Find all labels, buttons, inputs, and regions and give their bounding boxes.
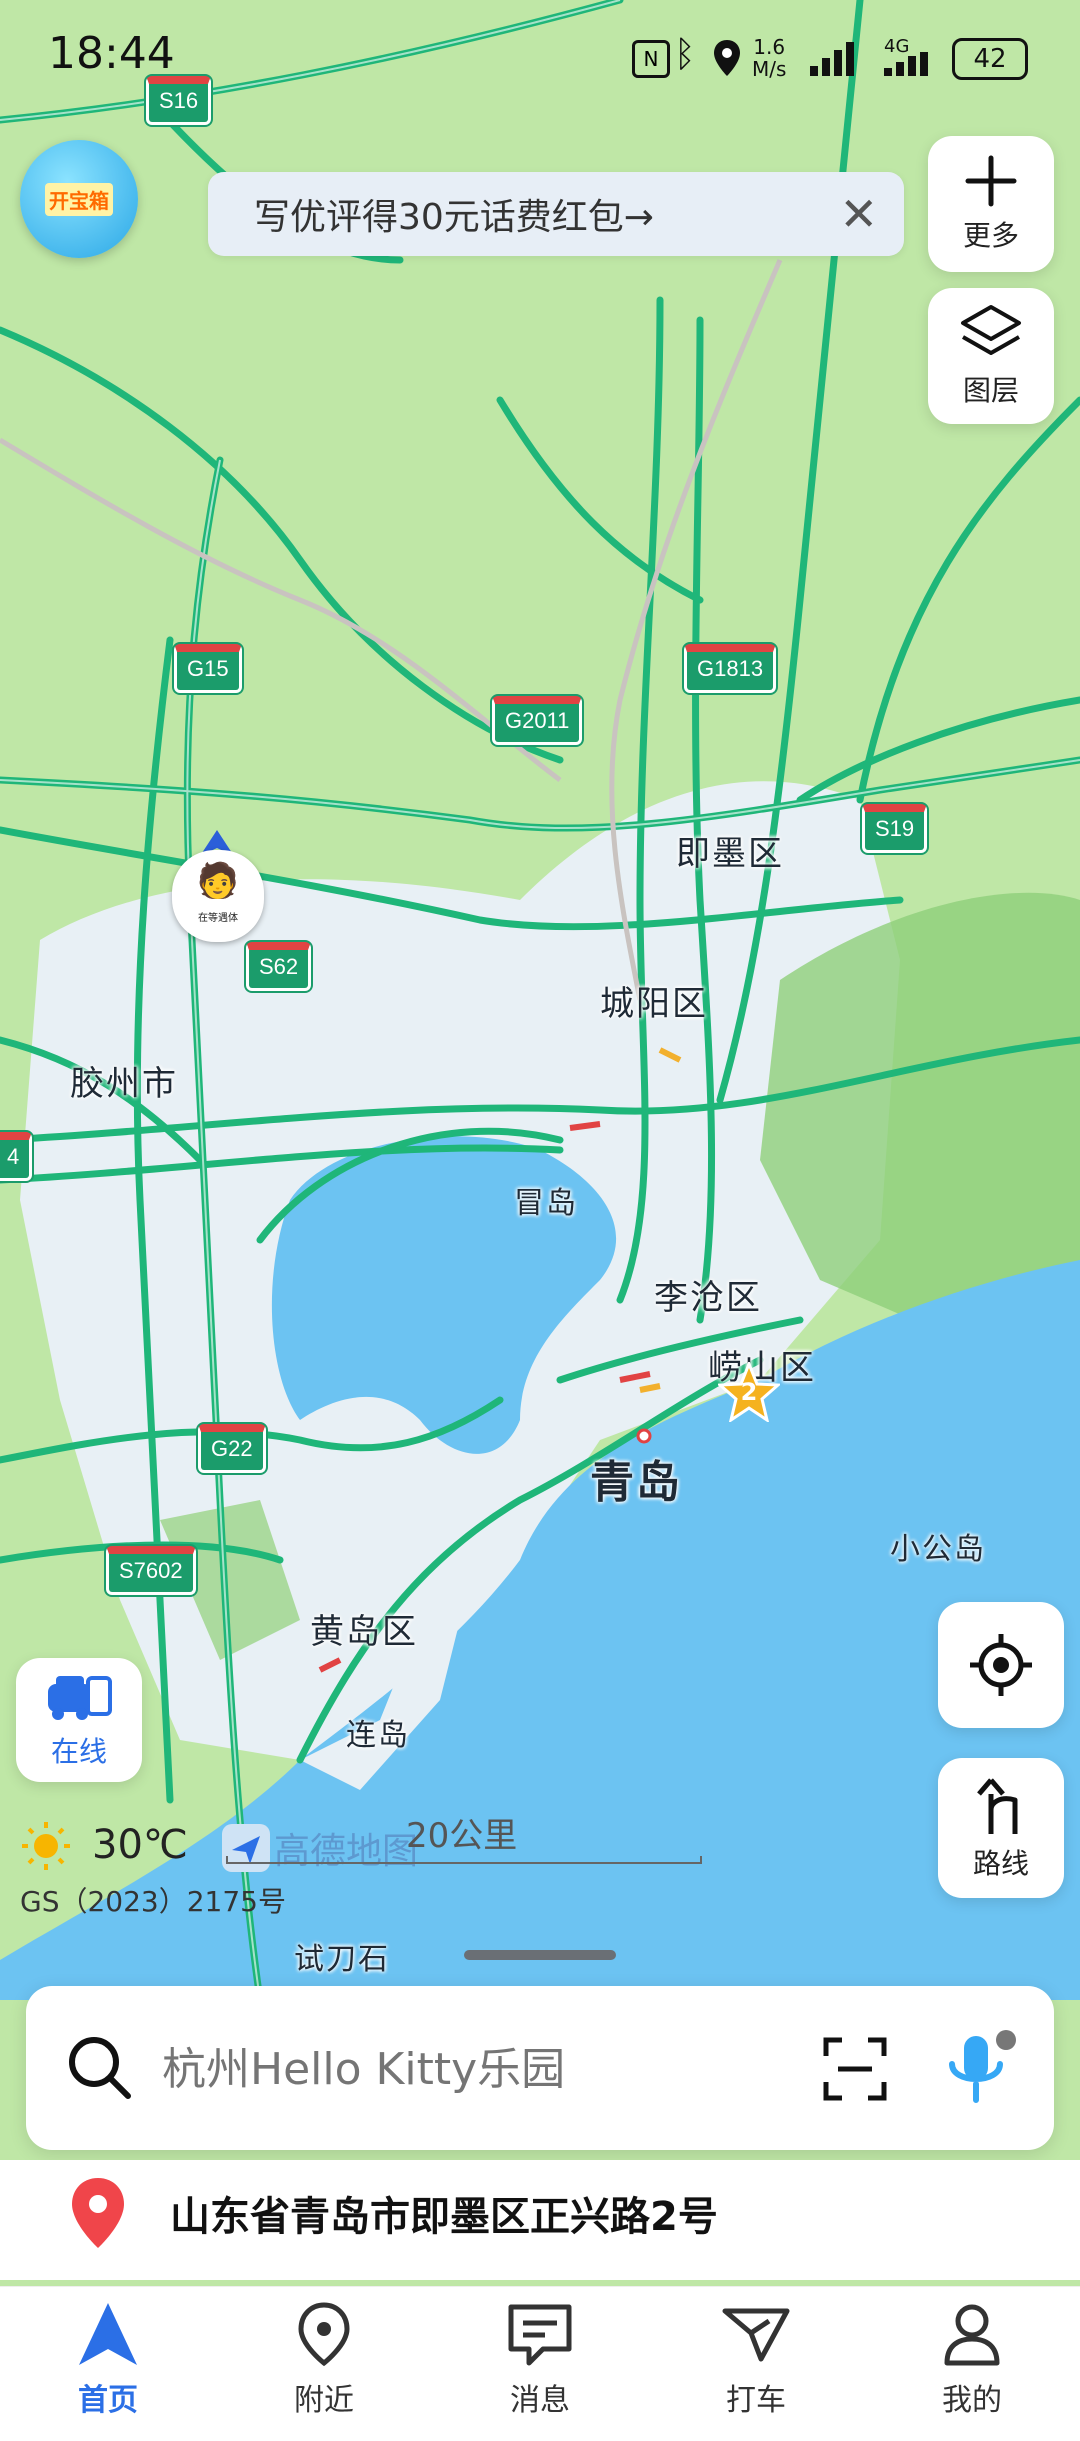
poi-star-marker[interactable]: 2 [716, 1359, 782, 1424]
person-icon [944, 2304, 1000, 2366]
layers-button[interactable]: 图层 [928, 288, 1054, 424]
promo-banner-text: 写优评得30元话费红包→ [254, 197, 654, 238]
label-qingdao: 青岛 [590, 1457, 682, 1508]
crosshair-icon [970, 1634, 1032, 1696]
online-label: 在线 [50, 1735, 107, 1768]
label-chengyang: 城阳区 [600, 984, 708, 1024]
shield-s19: S19 [862, 804, 928, 853]
locate-button[interactable] [938, 1602, 1064, 1728]
avatar: 🧑 在等遇体 [172, 850, 264, 942]
voice-microphone-icon[interactable] [942, 2026, 1018, 2110]
scale-bar: 20公里 [226, 1808, 702, 1864]
nfc-icon: N [632, 40, 670, 78]
signal-icon-2 [884, 52, 928, 76]
message-icon [508, 2304, 572, 2366]
tab-messages-label: 消息 [510, 2383, 570, 2418]
net-speed-value: 1.6 [753, 35, 786, 59]
plus-icon [965, 155, 1017, 207]
label-liandao: 连岛 [346, 1718, 410, 1753]
navigation-arrow-icon [79, 2303, 137, 2365]
tab-mine-label: 我的 [942, 2383, 1002, 2418]
weather-temp: 30℃ [92, 1822, 188, 1868]
search-bar[interactable] [26, 1986, 1054, 2150]
search-icon [69, 2037, 131, 2099]
tab-messages[interactable]: 消息 [470, 2301, 610, 2431]
layers-icon [961, 305, 1021, 355]
shield-g1813: G1813 [684, 644, 777, 693]
current-address-row[interactable]: 山东省青岛市即墨区正兴路2号 [0, 2160, 1080, 2280]
sheet-drag-handle[interactable] [464, 1950, 616, 1960]
label-jiaozhou: 胶州市 [70, 1064, 178, 1104]
treasure-box-button[interactable]: 开宝箱 [20, 140, 138, 258]
tab-home-label: 首页 [78, 2383, 138, 2418]
tab-nearby[interactable]: 附近 [254, 2301, 394, 2431]
location-icon [714, 40, 740, 76]
scale-line [226, 1856, 702, 1864]
route-arrow-icon [977, 1778, 1018, 1834]
taxi-flag-icon [722, 2308, 790, 2362]
treasure-box-label: 开宝箱 [45, 182, 113, 216]
map-license: GS（2023）2175号 [20, 1885, 286, 1918]
current-address: 山东省青岛市即墨区正兴路2号 [170, 2194, 718, 2240]
bottom-tab-bar: 首页 附近 消息 打车 我的 [0, 2286, 1080, 2441]
shield-s7602: S7602 [106, 1546, 196, 1595]
location-pin-icon [298, 2302, 350, 2367]
car-online-icon [48, 1676, 112, 1720]
online-car-button[interactable]: 在线 [16, 1658, 142, 1782]
route-label: 路线 [972, 1847, 1029, 1880]
battery-indicator: 42 [952, 38, 1028, 80]
location-pin-icon [72, 2178, 124, 2248]
shield-s16: S16 [146, 76, 212, 125]
signal-icon [810, 42, 854, 76]
scan-icon[interactable] [822, 2036, 888, 2102]
avatar-figure: 🧑 [196, 861, 240, 901]
tab-taxi[interactable]: 打车 [686, 2301, 826, 2431]
status-time: 18:44 [48, 28, 175, 79]
label-jimo: 即墨区 [676, 834, 784, 874]
close-icon[interactable]: ✕ [839, 187, 878, 241]
shield-g2011: G2011 [492, 696, 583, 745]
shield-edge: 4 [0, 1132, 33, 1181]
label-maodao: 冒岛 [514, 1186, 578, 1221]
label-huangdao: 黄岛区 [310, 1612, 418, 1652]
label-xiaogongdao: 小公岛 [890, 1532, 986, 1567]
tab-mine[interactable]: 我的 [902, 2301, 1042, 2431]
shield-g15: G15 [174, 644, 242, 693]
shield-s62: S62 [246, 942, 312, 991]
more-label: 更多 [962, 219, 1019, 252]
more-button[interactable]: 更多 [928, 136, 1054, 272]
layers-label: 图层 [962, 374, 1019, 407]
label-licang: 李沧区 [654, 1278, 762, 1318]
search-input[interactable] [160, 2030, 804, 2108]
promo-banner[interactable]: 写优评得30元话费红包→ ✕ [208, 172, 904, 256]
tab-home[interactable]: 首页 [38, 2301, 178, 2431]
avatar-caption: 在等遇体 [198, 913, 238, 924]
poi-star-count: 2 [740, 1378, 758, 1406]
net-speed-unit: M/s [752, 57, 787, 81]
sun-icon [22, 1822, 70, 1870]
net-speed: 1.6 M/s [752, 36, 786, 80]
label-shidaoshi: 试刀石 [294, 1942, 390, 1977]
tab-nearby-label: 附近 [294, 2383, 354, 2418]
user-location-marker[interactable]: 🧑 在等遇体 [172, 830, 264, 942]
qingdao-city-dot [636, 1428, 652, 1444]
scale-label: 20公里 [406, 1816, 518, 1856]
shield-g22: G22 [198, 1424, 266, 1473]
bluetooth-icon: ᛒ [674, 34, 696, 75]
route-button[interactable]: 路线 [938, 1758, 1064, 1898]
tab-taxi-label: 打车 [726, 2383, 786, 2418]
